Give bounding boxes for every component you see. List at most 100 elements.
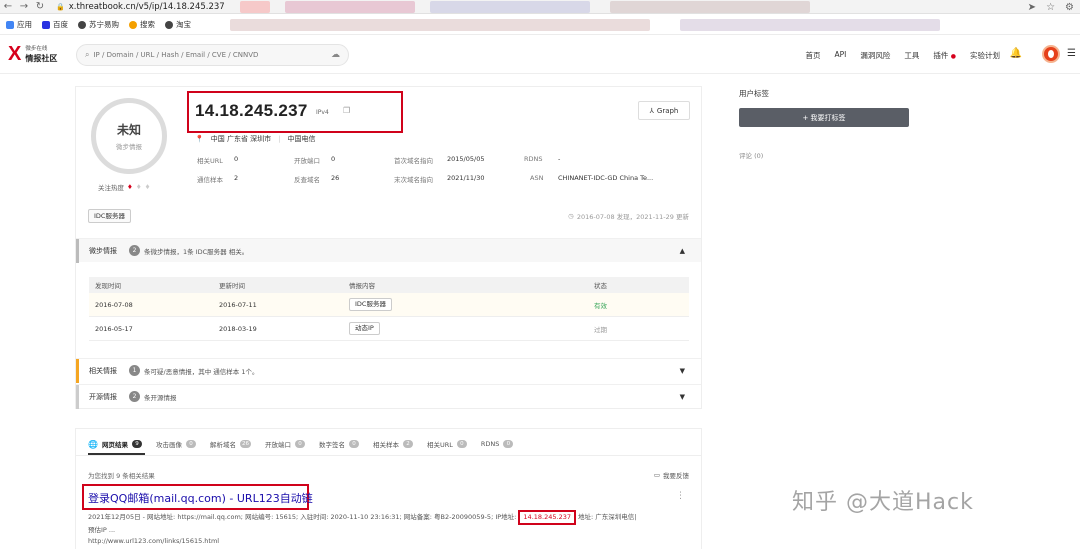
add-tag-button[interactable]: + 我要打标签 bbox=[739, 108, 909, 127]
info-value[interactable]: 0 bbox=[234, 155, 238, 163]
tab-label: 相关URL bbox=[426, 441, 453, 449]
section-label: 开源情报 bbox=[89, 392, 117, 401]
section-open-intel[interactable]: 开源情报 2 条开源情报 ▼ bbox=[76, 384, 701, 409]
table-row: 2016-05-17 2018-03-19 动态IP 过期 bbox=[89, 317, 689, 341]
tab-signatures[interactable]: 数字签名 0 bbox=[319, 437, 359, 451]
section-label: 微步情报 bbox=[89, 246, 117, 255]
baidu-icon bbox=[42, 20, 50, 29]
browser-actions: ➤ ☆ ⚙ bbox=[1028, 0, 1074, 14]
bell-icon[interactable]: 🔔 bbox=[1010, 48, 1022, 59]
search-input[interactable] bbox=[93, 51, 324, 59]
bookmark-taobao[interactable]: 淘宝 bbox=[165, 19, 191, 30]
result-snippet: 2021年12月05日 - 网站地址: https://mail.qq.com;… bbox=[88, 510, 688, 536]
tab-label: 解析域名 bbox=[209, 441, 236, 449]
intel-table: 发现时间 更新时间 情报内容 状态 2016-07-08 2016-07-11 … bbox=[89, 277, 689, 341]
star-icon[interactable]: ☆ bbox=[1046, 2, 1055, 13]
reload-icon[interactable]: ↻ bbox=[32, 0, 48, 14]
chevron-down-icon[interactable]: ▼ bbox=[680, 393, 685, 401]
info-value[interactable]: 26 bbox=[331, 174, 339, 182]
intel-tag[interactable]: IDC服务器 bbox=[349, 298, 392, 311]
info-value: - bbox=[558, 155, 561, 163]
idc-tag[interactable]: IDC服务器 bbox=[88, 209, 131, 223]
avatar[interactable] bbox=[1042, 45, 1060, 63]
tab-count: 9 bbox=[131, 440, 142, 448]
result-title-link[interactable]: 登录QQ邮箱(mail.qq.com) - URL123自动链 bbox=[88, 490, 313, 506]
share-icon[interactable]: ➤ bbox=[1028, 2, 1036, 13]
section-related-intel[interactable]: 相关情报 1 条可疑/恶意情报，其中 通信样本 1个。 ▼ bbox=[76, 358, 701, 383]
heat-label: 关注热度 bbox=[98, 184, 124, 192]
heat-indicator: 关注热度 ♦ ♦ ♦ bbox=[98, 182, 150, 192]
tab-open-ports[interactable]: 开放端口 0 bbox=[265, 437, 305, 451]
result-url[interactable]: http://www.url123.com/links/15615.html bbox=[88, 537, 219, 545]
tab-attack-profile[interactable]: 攻击画像 0 bbox=[156, 437, 196, 451]
chevron-up-icon[interactable]: ▲ bbox=[680, 247, 685, 255]
menu-icon[interactable]: ☰ bbox=[1067, 48, 1076, 59]
ip-address: 14.18.245.237 bbox=[195, 101, 308, 120]
info-row: 通信样本 2 反查域名 26 末次域名指向 2021/11/30 ASN CHI… bbox=[197, 174, 677, 184]
blurred-region bbox=[230, 19, 650, 31]
logo-mark: X bbox=[8, 43, 22, 65]
column-header: 发现时间 bbox=[95, 282, 121, 290]
tab-resolved-domains[interactable]: 解析域名 26 bbox=[210, 437, 251, 451]
snippet-text: 2021年12月05日 - 网站地址: https://mail.qq.com;… bbox=[88, 513, 519, 521]
graph-icon: ⅄ bbox=[649, 106, 654, 115]
threatbook-logo[interactable]: X 微步在线 情报社区 bbox=[8, 44, 57, 64]
info-key: 反查域名 bbox=[294, 176, 320, 184]
tab-rdns[interactable]: RDNS 0 bbox=[481, 437, 514, 451]
column-header: 更新时间 bbox=[219, 282, 245, 290]
section-text: 条微步情报，1条 IDC服务器 相关。 bbox=[144, 247, 249, 256]
bookmark-suning[interactable]: 苏宁易购 bbox=[78, 19, 119, 30]
flame-icon: ♦ bbox=[127, 183, 133, 191]
feedback-link[interactable]: ▭ 我要反馈 bbox=[654, 470, 689, 480]
lock-icon: 🔒 bbox=[56, 2, 65, 11]
nav-vuln[interactable]: 漏洞风险 bbox=[860, 50, 890, 61]
tab-count: 0 bbox=[348, 440, 359, 448]
search-box[interactable]: ⌕ ☁ bbox=[76, 44, 349, 66]
ip-type: IPv4 bbox=[316, 109, 329, 116]
extension-icon[interactable]: ⚙ bbox=[1065, 2, 1074, 13]
nav-tools[interactable]: 工具 bbox=[904, 50, 919, 61]
tab-label: RDNS bbox=[480, 440, 500, 448]
comments-link[interactable]: 评论 (0) bbox=[739, 150, 763, 160]
tab-count: 2 bbox=[402, 440, 413, 448]
status-badge: 过期 bbox=[594, 325, 607, 334]
back-icon[interactable]: ← bbox=[0, 0, 16, 14]
bookmark-apps[interactable]: 应用 bbox=[6, 19, 32, 30]
info-value[interactable]: 2 bbox=[234, 174, 238, 182]
section-micro-intel[interactable]: 微步情报 2 条微步情报，1条 IDC服务器 相关。 ▲ bbox=[76, 238, 701, 263]
status-badge: 有效 bbox=[594, 301, 607, 310]
tab-related-urls[interactable]: 相关URL 0 bbox=[427, 437, 467, 451]
clock-icon: ◷ bbox=[568, 212, 574, 220]
tab-web-results[interactable]: 🌐 网页结果 9 bbox=[88, 437, 142, 451]
intel-tag[interactable]: 动态IP bbox=[349, 322, 380, 335]
tab-samples[interactable]: 相关样本 2 bbox=[373, 437, 413, 451]
info-value[interactable]: CHINANET-IDC-GD China Te... bbox=[558, 174, 653, 182]
nav-lab[interactable]: 实验计划 bbox=[970, 50, 1000, 61]
globe-icon bbox=[78, 20, 86, 29]
tab-count: 0 bbox=[185, 440, 196, 448]
updated-date: 2018-03-19 bbox=[219, 324, 257, 333]
feedback-label: 我要反馈 bbox=[663, 472, 689, 480]
verdict-subtitle: 微步情报 bbox=[116, 143, 142, 151]
tab-count: 0 bbox=[503, 440, 514, 448]
forward-icon[interactable]: → bbox=[16, 0, 32, 14]
more-vertical-icon[interactable]: ⋮ bbox=[676, 491, 685, 501]
info-value[interactable]: 0 bbox=[331, 155, 335, 163]
snippet-text: 预估IP ... bbox=[88, 526, 116, 534]
address-bar[interactable]: 🔒 x.threatbook.cn/v5/ip/14.18.245.237 bbox=[56, 2, 225, 12]
copy-icon[interactable]: ❐ bbox=[343, 106, 350, 115]
table-row: 2016-07-08 2016-07-11 IDC服务器 有效 bbox=[89, 293, 689, 317]
bookmark-baidu[interactable]: 百度 bbox=[42, 19, 68, 30]
bookmark-search[interactable]: 搜索 bbox=[129, 19, 155, 30]
logo-text: 微步在线 情报社区 bbox=[25, 45, 57, 63]
graph-button[interactable]: ⅄ Graph bbox=[638, 101, 690, 120]
url-text[interactable]: x.threatbook.cn/v5/ip/14.18.245.237 bbox=[69, 2, 225, 12]
nav-home[interactable]: 首页 bbox=[805, 50, 820, 61]
nav-api[interactable]: API bbox=[834, 50, 846, 61]
logo-big-text: 情报社区 bbox=[25, 54, 58, 63]
column-header: 情报内容 bbox=[349, 282, 375, 290]
chevron-down-icon[interactable]: ▼ bbox=[680, 367, 685, 375]
info-key: ASN bbox=[530, 174, 544, 182]
upload-cloud-icon[interactable]: ☁ bbox=[331, 50, 340, 60]
nav-plugins[interactable]: 插件 ● bbox=[933, 50, 956, 61]
